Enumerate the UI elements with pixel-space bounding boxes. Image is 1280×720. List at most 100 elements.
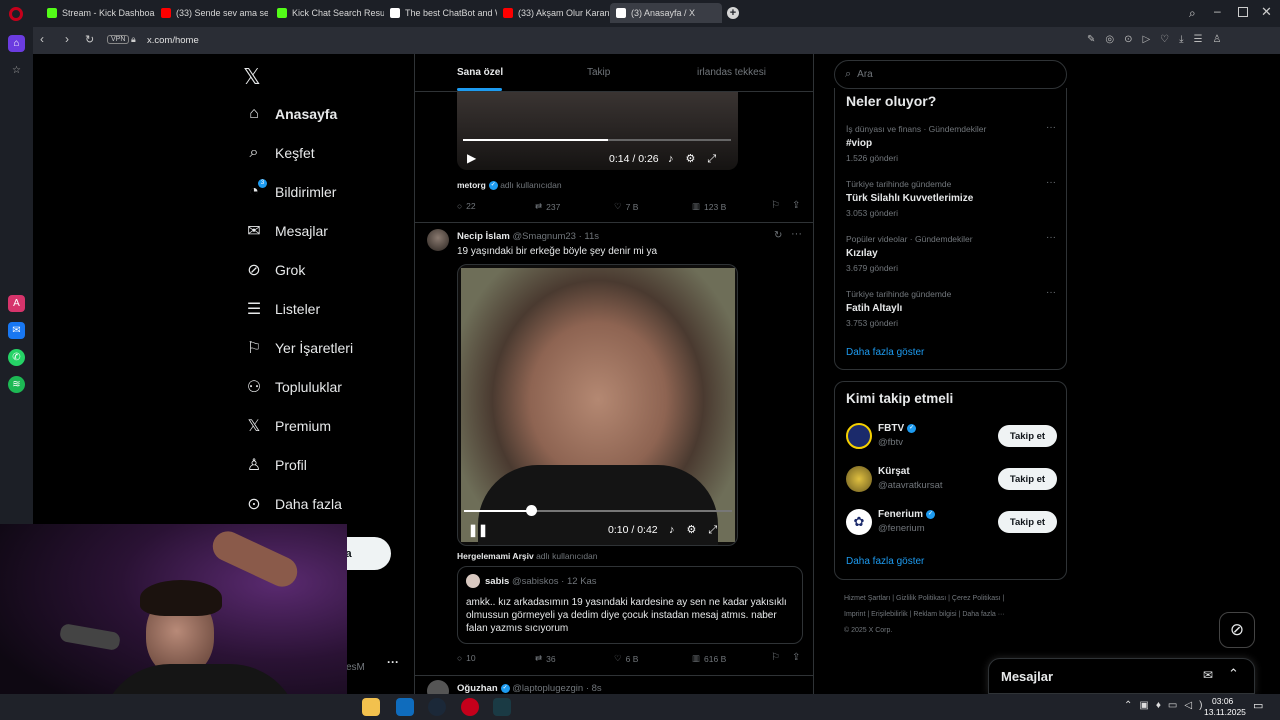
who-show-more[interactable]: Daha fazla göster (846, 556, 924, 567)
nav-profile[interactable]: ♙ Profil (243, 453, 307, 477)
tab-kick-dashboard[interactable]: Stream - Kick Dashboard (41, 3, 155, 23)
retweet-button[interactable]: ⇄ 36 (535, 653, 556, 664)
home-sidebar-icon[interactable]: ⌂ (8, 35, 25, 52)
suggestion-kursat[interactable]: Kürşat @atavratkursat (878, 466, 943, 491)
trend-item[interactable]: İş dünyası ve finans · Gündemdekiler #vi… (846, 122, 1056, 163)
tab-following[interactable]: Takip (587, 67, 610, 78)
nav-home[interactable]: ⌂ Anasayfa (243, 102, 337, 126)
tab-youtube-1[interactable]: (33) Sende sev ama sevilm (155, 3, 268, 23)
nav-messages[interactable]: ✉ Mesajlar (243, 219, 328, 243)
views-icon: ▥ (692, 653, 701, 663)
whatsapp-icon[interactable]: ✆ (8, 349, 25, 366)
play-icon[interactable]: ▶ (467, 151, 476, 165)
opera-taskbar-icon[interactable] (461, 698, 479, 716)
notification-center-icon[interactable]: ▭ (1253, 699, 1263, 712)
trend-item[interactable]: Popüler videolar · Gündemdekiler Kızılay… (846, 232, 1056, 273)
nav-explore[interactable]: ⌕ Keşfet (243, 141, 315, 165)
avatar[interactable]: ✿ (846, 509, 872, 535)
trend-more-icon[interactable]: ··· (1046, 122, 1056, 133)
back-icon[interactable]: ‹ (40, 32, 44, 46)
bookmark-button[interactable]: ⚐ (771, 652, 780, 663)
retweet-button[interactable]: ⇄ 237 (535, 201, 560, 212)
close-window-icon[interactable]: ✕ (1261, 4, 1272, 20)
minimize-icon[interactable]: – (1214, 4, 1221, 18)
spotify-icon[interactable]: ≋ (8, 376, 25, 393)
new-message-icon[interactable]: ✉ (1203, 668, 1213, 682)
share-button[interactable]: ⇪ (792, 200, 800, 211)
maximize-icon[interactable] (1238, 7, 1248, 17)
nav-premium[interactable]: 𝕏 Premium (243, 414, 331, 438)
avatar[interactable] (846, 466, 872, 492)
tab-list[interactable]: irlandas tekkesi (697, 67, 766, 78)
vpn-badge[interactable]: VPN (107, 35, 130, 44)
aria-icon[interactable]: A (8, 295, 25, 312)
trend-more-icon[interactable]: ··· (1046, 177, 1056, 188)
tab-x-home[interactable]: (3) Anasayfa / X (610, 3, 722, 23)
opera-logo-icon[interactable] (9, 7, 23, 21)
grok-small-icon[interactable]: ↻ (774, 230, 782, 241)
share-button[interactable]: ⇪ (792, 652, 800, 663)
nav-grok[interactable]: ⊘ Grok (243, 258, 305, 282)
video-scrub-handle[interactable] (526, 505, 537, 516)
views-button[interactable]: ▥ 123 B (692, 201, 726, 212)
star-sidebar-icon[interactable]: ☆ (8, 62, 25, 79)
tab-chatbot[interactable]: The best ChatBot and Wid (384, 3, 497, 23)
clock-date[interactable]: 13.11.2025 (1204, 707, 1246, 717)
grok-float-button[interactable]: ⊘ (1219, 612, 1255, 648)
nav-notifications[interactable]: ◔ 3 Bildirimler (243, 179, 336, 204)
like-button[interactable]: ♡ 7 B (614, 201, 638, 212)
url-field[interactable]: x.com/home (147, 35, 199, 46)
trend-item[interactable]: Türkiye tarihinde gündemde Türk Silahlı … (846, 177, 1056, 218)
trend-more-icon[interactable]: ··· (1046, 287, 1056, 298)
app-taskbar-icon[interactable] (493, 698, 511, 716)
video-controls-icons[interactable]: ♪⚙⤢ (668, 152, 728, 166)
messenger-icon[interactable]: ✉ (8, 322, 25, 339)
trend-more-icon[interactable]: ··· (1046, 232, 1056, 243)
trend-item[interactable]: Türkiye tarihinde gündemde Fatih Altaylı… (846, 287, 1056, 328)
account-more-icon[interactable]: ··· (387, 655, 399, 669)
pause-icon[interactable]: ❚❚ (468, 523, 488, 537)
trends-show-more[interactable]: Daha fazla göster (846, 347, 924, 358)
suggestion-fenerium[interactable]: Fenerium ✓ @fenerium (878, 509, 936, 534)
search-box[interactable]: ⌕ Ara (834, 60, 1067, 89)
avatar[interactable] (427, 229, 449, 251)
like-button[interactable]: ♡ 6 B (614, 653, 638, 664)
new-tab-button[interactable]: + (727, 7, 739, 19)
tab-youtube-2[interactable]: (33) Akşam Olur Karanlığa (497, 3, 610, 23)
steam-icon[interactable] (428, 698, 446, 716)
expand-icon[interactable]: ⌃ (1228, 666, 1239, 682)
outlook-icon[interactable] (396, 698, 414, 716)
video-time: 0:14 / 0:26 (609, 153, 659, 165)
quote-tweet[interactable]: sabis @sabiskos · 12 Kas amkk.. kız arka… (457, 566, 803, 644)
tweet-more-icon[interactable]: ··· (791, 228, 802, 240)
messages-drawer[interactable]: Mesajlar ✉ ⌃ (988, 658, 1255, 694)
follow-button[interactable]: Takip et (998, 425, 1057, 447)
tweet-1-video[interactable]: ▶ 0:14 / 0:26 ♪⚙⤢ (457, 92, 738, 170)
nav-bookmarks[interactable]: ⚐ Yer İşaretleri (243, 336, 353, 360)
search-tabs-icon[interactable]: ⌕ (1189, 6, 1196, 21)
avatar[interactable] (846, 423, 872, 449)
nav-communities[interactable]: ⚇ Topluluklar (243, 375, 342, 399)
avatar[interactable] (427, 680, 449, 694)
views-button[interactable]: ▥ 616 B (692, 653, 726, 664)
tab-kick-chat[interactable]: Kick Chat Search Results (271, 3, 384, 23)
bookmark-button[interactable]: ⚐ (771, 200, 780, 211)
tray-icons[interactable]: ⌃▣♦▭◁) (1124, 700, 1209, 711)
suggestion-fbtv[interactable]: FBTV ✓ @fbtv (878, 423, 917, 448)
x-logo-icon[interactable]: 𝕏 (243, 64, 261, 90)
forward-icon[interactable]: › (65, 32, 69, 46)
clock-time[interactable]: 03:06 (1212, 696, 1233, 706)
nav-lists[interactable]: ☰ Listeler (243, 297, 320, 321)
store-icon[interactable] (362, 698, 380, 716)
tweet-2-video[interactable]: ❚❚ 0:10 / 0:42 ♪⚙⤢ (457, 264, 738, 546)
follow-button[interactable]: Takip et (998, 511, 1057, 533)
reload-icon[interactable]: ↻ (85, 33, 94, 46)
video-controls-icons[interactable]: ♪⚙⤢ (669, 523, 729, 537)
reply-button[interactable]: ○ 10 (457, 653, 476, 663)
search-input[interactable]: Ara (857, 69, 873, 80)
tab-for-you[interactable]: Sana özel (457, 67, 503, 78)
reply-button[interactable]: ○ 22 (457, 201, 476, 211)
follow-button[interactable]: Takip et (998, 468, 1057, 490)
nav-more[interactable]: ⊙ Daha fazla (243, 492, 342, 516)
taskbar: ⌃▣♦▭◁) 03:06 13.11.2025 ▭ (0, 694, 1280, 720)
